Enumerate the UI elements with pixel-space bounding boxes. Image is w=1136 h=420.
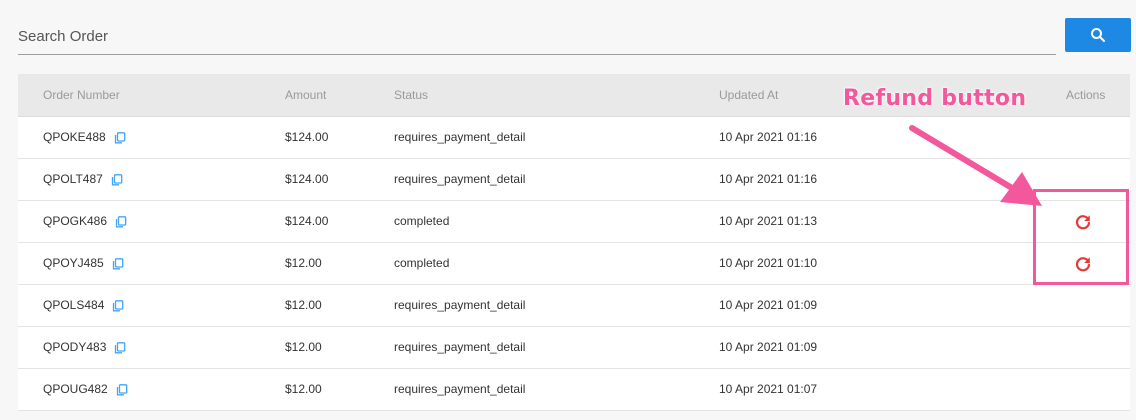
updated-at-cell: 10 Apr 2021 01:09 [719,298,818,312]
copy-icon[interactable] [111,173,123,186]
order-number: QPOLS484 [43,298,105,312]
order-number-cell: QPOYJ485 [43,243,124,284]
amount-cell: $124.00 [285,130,329,144]
copy-icon[interactable] [114,341,126,354]
amount-cell: $12.00 [285,298,322,312]
updated-at-cell: 10 Apr 2021 01:09 [719,340,818,354]
updated-at-cell: 10 Apr 2021 01:10 [719,256,818,270]
copy-icon[interactable] [114,131,126,144]
header-status: Status [394,88,429,102]
annotation-label: Refund button [843,86,1027,111]
status-cell: requires_payment_detail [394,382,526,396]
updated-at-cell: 10 Apr 2021 01:16 [719,172,818,186]
order-number: QPOYJ485 [43,256,104,270]
order-number: QPODY483 [43,340,107,354]
updated-at-cell: 10 Apr 2021 01:13 [719,214,818,228]
order-number-cell: QPOKE488 [43,117,126,158]
copy-icon[interactable] [115,215,127,228]
header-actions: Actions [1066,88,1106,102]
order-number-cell: QPOGK486 [43,201,127,242]
search-button[interactable] [1065,18,1131,52]
table-row: QPOYJ485 $12.00 completed 10 Apr 2021 01:10 [18,243,1130,285]
search-icon [1091,28,1105,42]
order-number: QPOLT487 [43,172,103,186]
status-cell: requires_payment_detail [394,340,526,354]
status-cell: requires_payment_detail [394,130,526,144]
order-number: QPOGK486 [43,214,108,228]
header-amount: Amount [285,88,327,102]
copy-icon[interactable] [112,299,124,312]
order-number-cell: QPODY483 [43,327,126,368]
order-number: QPOUG482 [43,382,108,396]
search-input[interactable] [18,16,1056,55]
search-bar [18,16,1131,55]
status-cell: completed [394,214,450,228]
header-updated-at: Updated At [719,88,779,102]
amount-cell: $12.00 [285,382,322,396]
amount-cell: $12.00 [285,256,322,270]
annotation-arrow [909,125,1042,206]
table-row: QPOLS484 $12.00 requires_payment_detail 10 … [18,285,1130,327]
copy-icon[interactable] [116,383,128,396]
header-order-number: Order Number [43,88,120,102]
table-row: QPODY483 $12.00 requires_payment_detail 10 … [18,327,1130,369]
order-number-cell: QPOLT487 [43,159,123,200]
status-cell: requires_payment_detail [394,298,526,312]
updated-at-cell: 10 Apr 2021 01:07 [719,382,818,396]
updated-at-cell: 10 Apr 2021 01:16 [719,130,818,144]
order-number-cell: QPOUG482 [43,369,128,410]
copy-icon[interactable] [112,257,124,270]
order-number: QPOKE488 [43,130,106,144]
amount-cell: $12.00 [285,340,322,354]
table-row: QPOUG482 $12.00 requires_payment_detail 10 … [18,369,1130,411]
amount-cell: $124.00 [285,214,329,228]
status-cell: requires_payment_detail [394,172,526,186]
order-number-cell: QPOLS484 [43,285,124,326]
amount-cell: $124.00 [285,172,329,186]
status-cell: completed [394,256,450,270]
